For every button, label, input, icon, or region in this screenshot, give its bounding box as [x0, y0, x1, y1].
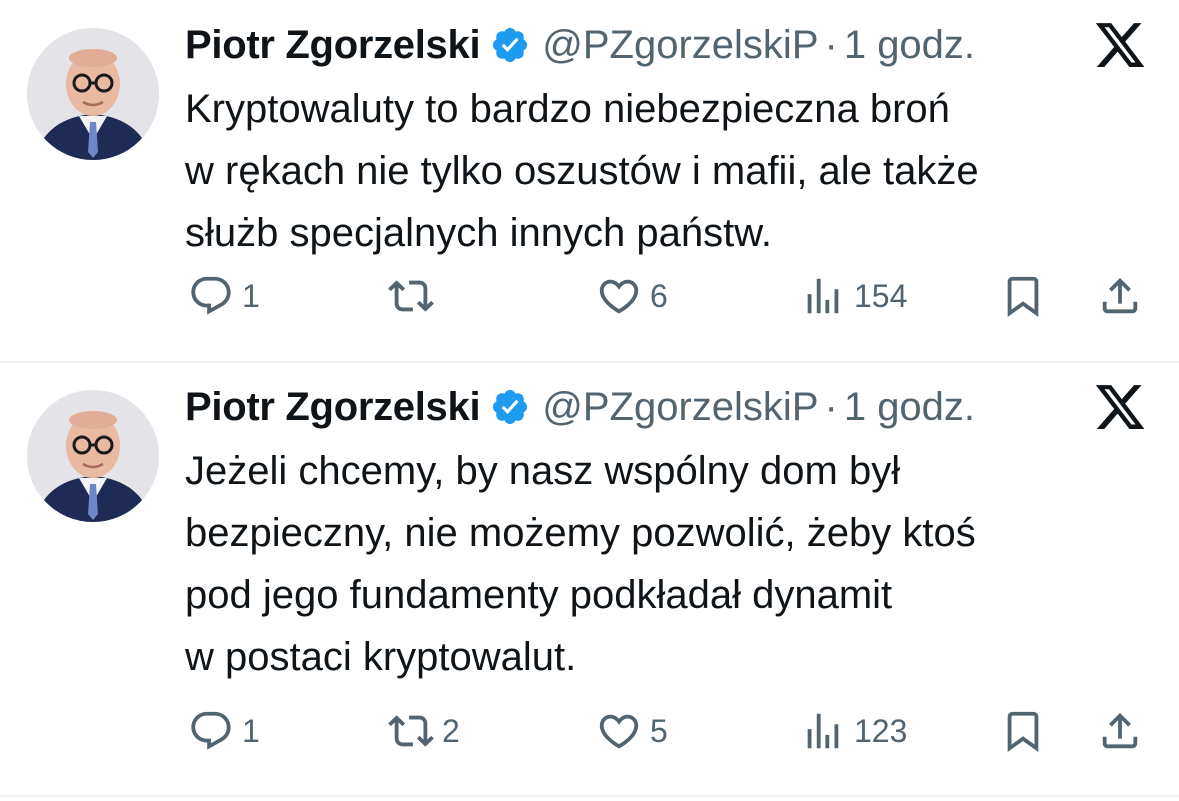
reply-count: 1 — [242, 712, 260, 749]
share-icon — [1102, 277, 1138, 314]
timestamp[interactable]: 1 godz. — [844, 23, 975, 68]
views-button[interactable]: 123 — [800, 703, 907, 759]
author-handle[interactable]: @PZgorzelskiP — [542, 385, 818, 430]
heart-icon — [599, 714, 639, 749]
repost-button[interactable]: 2 — [388, 703, 460, 759]
verified-badge-icon — [490, 25, 530, 65]
separator-dot: · — [824, 384, 838, 429]
x-logo-icon[interactable] — [1093, 18, 1147, 72]
verified-badge-icon — [490, 387, 530, 427]
x-logo-icon[interactable] — [1093, 380, 1147, 434]
bookmark-icon — [1007, 276, 1039, 317]
share-icon — [1102, 712, 1138, 749]
tweet-text-line: służb specjalnych innych państw. — [185, 211, 772, 255]
like-count: 5 — [650, 712, 668, 749]
action-bar: 1 2 5 123 — [0, 703, 1179, 759]
repost-icon — [388, 715, 434, 747]
like-count: 6 — [650, 277, 668, 314]
reply-button[interactable]: 1 — [188, 703, 260, 759]
repost-count: 2 — [442, 712, 460, 749]
action-bar: 1 6 154 — [0, 268, 1179, 324]
heart-icon — [599, 279, 639, 314]
tweet-text-line: pod jego fundamenty podkładał dynamit — [185, 573, 893, 617]
views-button[interactable]: 154 — [800, 268, 907, 324]
share-button[interactable] — [1097, 268, 1143, 324]
tweet-text-line: bezpieczny, nie możemy pozwolić, żeby kt… — [185, 511, 976, 555]
views-count: 123 — [854, 712, 908, 749]
avatar[interactable] — [27, 28, 159, 160]
views-icon — [807, 713, 839, 749]
author-name[interactable]: Piotr Zgorzelski — [185, 385, 481, 430]
author-name[interactable]: Piotr Zgorzelski — [185, 23, 481, 68]
repost-button[interactable] — [388, 268, 442, 324]
tweet-text-line: Kryptowaluty to bardzo niebezpieczna bro… — [185, 87, 950, 131]
timestamp[interactable]: 1 godz. — [844, 385, 975, 430]
tweet-text-line: w rękach nie tylko oszustów i mafii, ale… — [185, 149, 979, 193]
tweet-header: Piotr Zgorzelski @PZgorzelskiP · 1 godz. — [185, 16, 975, 74]
tweet-text-line: w postaci kryptowalut. — [185, 635, 577, 679]
avatar[interactable] — [27, 390, 159, 522]
separator-dot: · — [824, 22, 838, 67]
reply-count: 1 — [242, 277, 260, 314]
tweet-text: Jeżeli chcemy, by nasz wspólny dom był b… — [185, 440, 1145, 688]
tweet-header: Piotr Zgorzelski @PZgorzelskiP · 1 godz. — [185, 378, 975, 436]
views-count: 154 — [854, 277, 908, 314]
reply-icon — [191, 711, 231, 750]
tweet-divider — [0, 795, 1179, 797]
like-button[interactable]: 5 — [596, 703, 668, 759]
reply-button[interactable]: 1 — [188, 268, 260, 324]
tweet[interactable]: Piotr Zgorzelski @PZgorzelskiP · 1 godz.… — [0, 0, 1179, 362]
share-button[interactable] — [1097, 703, 1143, 759]
reply-icon — [191, 276, 231, 315]
like-button[interactable]: 6 — [596, 268, 668, 324]
bookmark-button[interactable] — [1000, 703, 1046, 759]
tweet[interactable]: Piotr Zgorzelski @PZgorzelskiP · 1 godz.… — [0, 362, 1179, 801]
tweet-text: Kryptowaluty to bardzo niebezpieczna bro… — [185, 78, 1145, 264]
author-handle[interactable]: @PZgorzelskiP — [542, 23, 818, 68]
views-icon — [807, 278, 839, 314]
repost-icon — [388, 280, 434, 312]
bookmark-icon — [1007, 711, 1039, 752]
bookmark-button[interactable] — [1000, 268, 1046, 324]
tweet-text-line: Jeżeli chcemy, by nasz wspólny dom był — [185, 449, 901, 493]
